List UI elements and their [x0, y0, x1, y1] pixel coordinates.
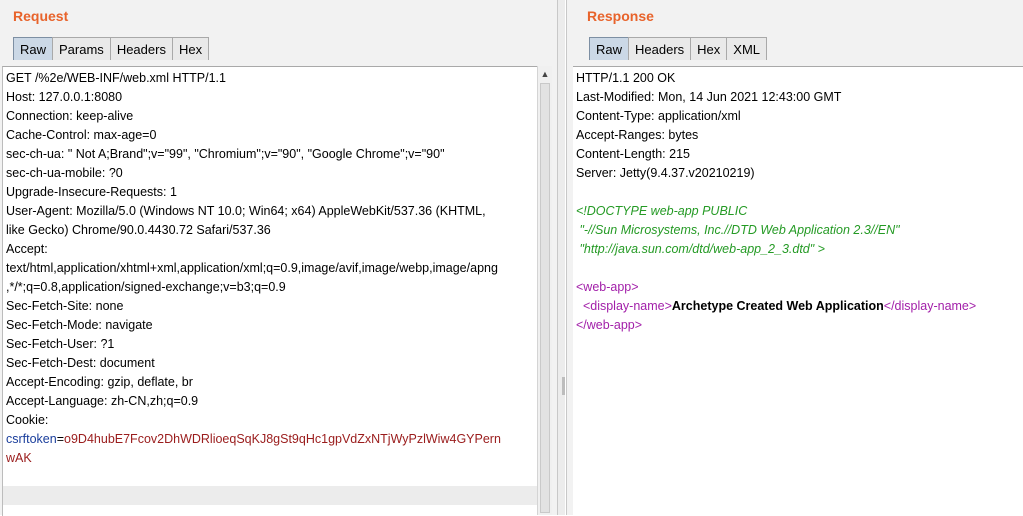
scroll-up-icon[interactable]: ▲: [540, 68, 550, 80]
response-tabs: Raw Headers Hex XML: [589, 37, 768, 60]
request-line: sec-ch-ua-mobile: ?0: [6, 166, 123, 180]
xml-tag: </web-app>: [576, 318, 643, 332]
response-line: Content-Length: 215: [576, 147, 690, 161]
response-pane: Response Raw Headers Hex XML HTTP/1.1 20…: [566, 0, 1023, 516]
cookie-value: o9D4hubE7Fcov2DhWDRlioeqSqKJ8gSt9qHc1gpV…: [64, 432, 501, 446]
response-tab-headers[interactable]: Headers: [628, 37, 692, 60]
request-line: sec-ch-ua: " Not A;Brand";v="99", "Chrom…: [6, 147, 445, 161]
cookie-value-continued: wAK: [6, 451, 32, 465]
response-line: Server: Jetty(9.4.37.v20210219): [576, 166, 755, 180]
request-tab-params[interactable]: Params: [52, 37, 111, 60]
doctype-line: <!DOCTYPE web-app PUBLIC: [576, 204, 748, 218]
response-line: Last-Modified: Mon, 14 Jun 2021 12:43:00…: [576, 90, 842, 104]
xml-indent: [576, 299, 583, 313]
doctype-line: "http://java.sun.com/dtd/web-app_2_3.dtd…: [576, 242, 825, 256]
request-line: Cookie:: [6, 413, 49, 427]
response-title: Response: [587, 8, 654, 24]
request-editor[interactable]: GET /%2e/WEB-INF/web.xml HTTP/1.1 Host: …: [2, 66, 537, 516]
doctype-line: "-//Sun Microsystems, Inc.//DTD Web Appl…: [576, 223, 900, 237]
request-line: Connection: keep-alive: [6, 109, 134, 123]
scrollbar-thumb[interactable]: [540, 83, 550, 513]
request-line: Sec-Fetch-User: ?1: [6, 337, 115, 351]
request-line: User-Agent: Mozilla/5.0 (Windows NT 10.0…: [6, 204, 486, 218]
response-tab-xml[interactable]: XML: [726, 37, 768, 60]
response-tab-hex[interactable]: Hex: [690, 37, 728, 60]
cookie-line-continued: wAK: [6, 449, 537, 468]
request-tab-raw[interactable]: Raw: [13, 37, 54, 60]
response-line: HTTP/1.1 200 OK: [576, 71, 676, 85]
response-text: HTTP/1.1 200 OK Last-Modified: Mon, 14 J…: [576, 69, 1023, 335]
xml-tag: <display-name>: [582, 299, 672, 313]
xml-tag: <web-app>: [576, 280, 639, 294]
request-line: Accept-Encoding: gzip, deflate, br: [6, 375, 193, 389]
request-tabs: Raw Params Headers Hex: [13, 37, 210, 60]
request-title: Request: [13, 8, 69, 24]
xml-text: Archetype Created Web Application: [671, 299, 884, 313]
request-line: Accept:: [6, 242, 48, 256]
request-line: Sec-Fetch-Site: none: [6, 299, 124, 313]
cookie-equals: =: [56, 432, 65, 446]
cookie-line: csrftoken=o9D4hubE7Fcov2DhWDRlioeqSqKJ8g…: [6, 430, 537, 449]
request-line: GET /%2e/WEB-INF/web.xml HTTP/1.1: [6, 71, 226, 85]
request-line: Host: 127.0.0.1:8080: [6, 90, 123, 104]
request-line: ,*/*;q=0.8,application/signed-exchange;v…: [6, 280, 286, 294]
request-text: GET /%2e/WEB-INF/web.xml HTTP/1.1 Host: …: [6, 69, 537, 468]
request-line: text/html,application/xhtml+xml,applicat…: [6, 261, 498, 275]
cookie-name: csrftoken: [6, 432, 57, 446]
response-line: Content-Type: application/xml: [576, 109, 741, 123]
xml-tag: </display-name>: [883, 299, 977, 313]
request-line: Upgrade-Insecure-Requests: 1: [6, 185, 177, 199]
split-divider[interactable]: [558, 0, 565, 515]
request-tab-headers[interactable]: Headers: [109, 37, 173, 60]
response-tab-raw[interactable]: Raw: [589, 37, 630, 60]
xml-line: <display-name>Archetype Created Web Appl…: [576, 297, 1023, 316]
response-line: Accept-Ranges: bytes: [576, 128, 699, 142]
request-line: Cache-Control: max-age=0: [6, 128, 157, 142]
split-grip-handle[interactable]: [562, 377, 565, 395]
request-tab-hex[interactable]: Hex: [171, 37, 210, 60]
request-line: like Gecko) Chrome/90.0.4430.72 Safari/5…: [6, 223, 271, 237]
request-line: Sec-Fetch-Dest: document: [6, 356, 155, 370]
request-line: Accept-Language: zh-CN,zh;q=0.9: [6, 394, 199, 408]
editor-footer-band: [3, 486, 537, 505]
request-pane: Request Raw Params Headers Hex GET /%2e/…: [0, 0, 558, 516]
xml-line: </web-app>: [576, 316, 1023, 335]
xml-line: <web-app>: [576, 278, 1023, 297]
request-line: Sec-Fetch-Mode: navigate: [6, 318, 153, 332]
response-editor[interactable]: HTTP/1.1 200 OK Last-Modified: Mon, 14 J…: [573, 66, 1023, 516]
request-scrollbar[interactable]: ▲: [537, 66, 552, 515]
